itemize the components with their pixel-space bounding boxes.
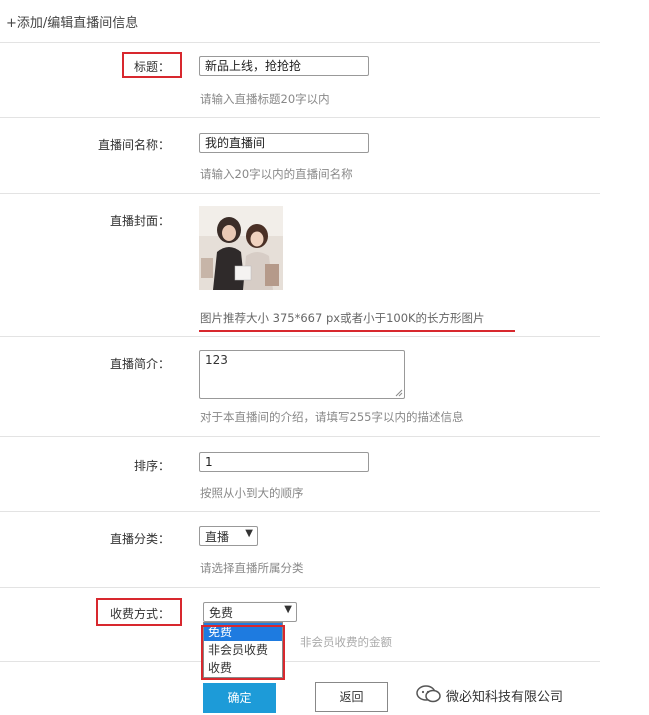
confirm-button[interactable]: 确定 <box>203 683 276 713</box>
title-input[interactable]: 新品上线，抢抢抢 <box>199 56 369 76</box>
form-row-sort: 排序： 1 按照从小到大的顺序 <box>0 437 600 512</box>
category-select[interactable]: 直播 ▼ <box>199 526 258 546</box>
room-name-hint: 请输入20字以内的直播间名称 <box>200 167 353 181</box>
room-name-input[interactable]: 我的直播间 <box>199 133 369 153</box>
sort-hint: 按照从小到大的顺序 <box>200 486 304 500</box>
fee-hint: 非会员收费的金额 <box>300 635 392 649</box>
form-row-fee: 收费方式： 免费 ▼ 非会员收费的金额 <box>0 588 600 662</box>
sort-input[interactable]: 1 <box>199 452 369 472</box>
chevron-down-icon: ▼ <box>245 528 253 539</box>
form-row-category: 直播分类： 直播 ▼ 请选择直播所属分类 <box>0 512 600 588</box>
intro-hint: 对于本直播间的介绍，请填写255字以内的描述信息 <box>200 410 464 424</box>
fee-select[interactable]: 免费 ▼ <box>203 602 297 622</box>
cover-label: 直播封面： <box>109 214 170 228</box>
intro-label: 直播简介： <box>109 357 170 371</box>
fee-options-highlight <box>201 625 285 680</box>
page-title: +添加/编辑直播间信息 <box>6 16 139 31</box>
page-header: +添加/编辑直播间信息 <box>0 0 600 43</box>
watermark-text: 微必知科技有限公司 <box>446 690 564 705</box>
form-row-room-name: 直播间名称： 我的直播间 请输入20字以内的直播间名称 <box>0 118 600 194</box>
category-label: 直播分类： <box>109 532 170 546</box>
resize-handle-icon[interactable] <box>395 389 403 397</box>
intro-value: 123 <box>205 353 228 367</box>
title-hint: 请输入直播标题20字以内 <box>200 92 330 106</box>
form-row-title: 标题： 新品上线，抢抢抢 请输入直播标题20字以内 <box>0 43 600 118</box>
fee-value: 免费 <box>209 606 234 620</box>
cover-hint-underline <box>199 330 515 332</box>
chevron-down-icon: ▼ <box>284 604 292 615</box>
back-button[interactable]: 返回 <box>315 682 388 712</box>
room-name-label: 直播间名称： <box>97 138 170 152</box>
intro-textarea[interactable]: 123 <box>199 350 405 399</box>
category-value: 直播 <box>205 530 230 544</box>
category-hint: 请选择直播所属分类 <box>200 561 304 575</box>
cover-photo-graphic <box>199 206 283 290</box>
cover-image[interactable] <box>199 206 283 290</box>
wechat-logo-icon <box>416 684 442 707</box>
title-label: 标题： <box>133 60 170 74</box>
fee-label: 收费方式： <box>109 607 170 621</box>
cover-hint: 图片推荐大小 375*667 px或者小于100K的长方形图片 <box>200 311 485 325</box>
sort-label: 排序： <box>133 459 170 473</box>
